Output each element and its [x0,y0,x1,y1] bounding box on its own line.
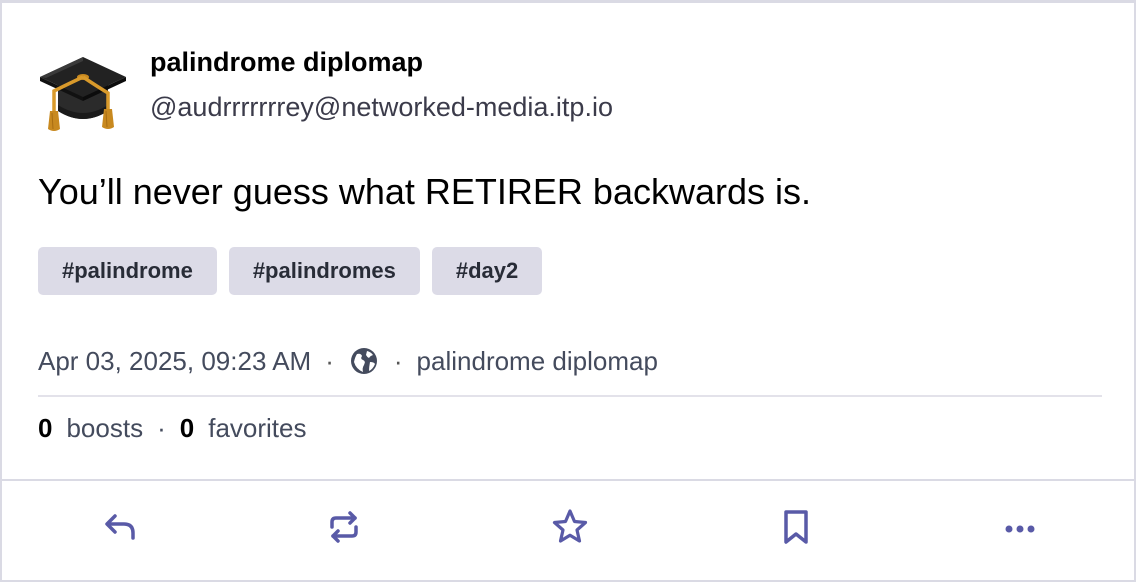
favorite-button[interactable] [546,503,594,551]
favorites-label[interactable]: favorites [208,413,306,444]
hashtag-bar: #palindrome #palindromes #day2 [38,247,543,295]
more-button[interactable] [996,503,1044,551]
star-icon [552,509,588,543]
post-timestamp[interactable]: Apr 03, 2025, 09:23 AM [38,346,311,377]
reply-button[interactable] [96,503,144,551]
boosts-label[interactable]: boosts [66,413,143,444]
post-meta: Apr 03, 2025, 09:23 AM · · palindrome di… [38,343,658,379]
hashtag-day2[interactable]: #day2 [431,247,543,295]
divider [38,395,1102,397]
account-handle[interactable]: @audrrrrrrrey@networked-media.itp.io [150,92,613,123]
status-detail: palindrome diplomap @audrrrrrrrey@networ… [0,0,1136,582]
hashtag-palindrome[interactable]: #palindrome [38,247,217,295]
graduation-cap-icon [40,57,126,131]
application-name[interactable]: palindrome diplomap [417,346,658,377]
display-name[interactable]: palindrome diplomap [150,47,423,78]
avatar[interactable] [36,41,130,135]
hashtag-palindromes[interactable]: #palindromes [228,247,420,295]
more-icon [1005,525,1035,533]
interaction-counts: 0 boosts · 0 favorites [38,413,306,444]
bookmark-icon [784,510,808,544]
post-content: You’ll never guess what RETIRER backward… [38,171,811,212]
favorites-count[interactable]: 0 [180,413,194,444]
separator: · [393,345,403,376]
reply-icon [105,514,135,540]
boost-button[interactable] [320,503,368,551]
bookmark-button[interactable] [772,503,820,551]
boosts-count[interactable]: 0 [38,413,52,444]
separator: · [157,413,166,443]
globe-icon [348,345,380,377]
boost-icon [330,511,358,543]
separator: · [325,345,334,376]
action-bar-divider [2,479,1136,481]
